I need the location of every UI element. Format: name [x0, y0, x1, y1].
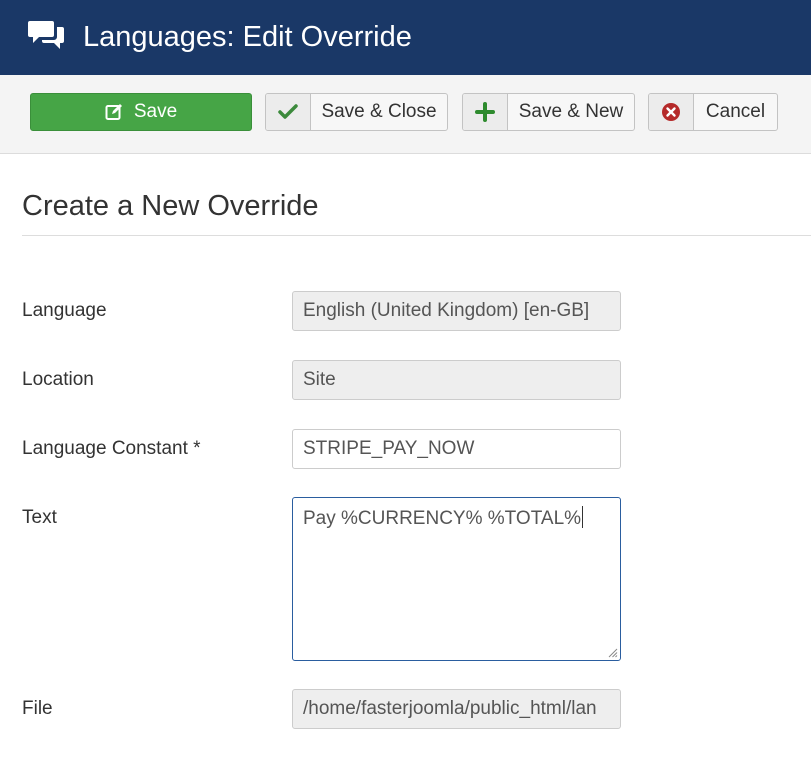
- save-label: Save: [133, 101, 178, 122]
- chat-bubbles-icon: [28, 21, 64, 49]
- language-constant-value: STRIPE_PAY_NOW: [303, 438, 475, 459]
- save-button[interactable]: Save: [30, 93, 252, 131]
- file-value: /home/fasterjoomla/public_html/lan: [303, 698, 597, 719]
- text-caret: [582, 506, 584, 528]
- divider: [22, 235, 811, 236]
- check-icon: [278, 104, 298, 119]
- text-value: Pay %CURRENCY% %TOTAL%: [303, 508, 582, 529]
- location-label: Location: [22, 369, 94, 390]
- file-label: File: [22, 698, 53, 719]
- save-close-button[interactable]: Save & Close: [265, 93, 448, 131]
- language-value: English (United Kingdom) [en-GB]: [303, 300, 590, 321]
- edit-icon: [105, 104, 122, 120]
- save-new-button[interactable]: Save & New: [462, 93, 635, 131]
- page-title: Languages: Edit Override: [83, 21, 412, 53]
- plus-icon: [475, 102, 495, 122]
- language-field: English (United Kingdom) [en-GB]: [292, 291, 621, 331]
- save-close-label: Save & Close: [321, 101, 437, 122]
- language-label: Language: [22, 300, 107, 321]
- resize-handle-icon[interactable]: [606, 646, 618, 658]
- cancel-circle-icon: [662, 103, 680, 121]
- form-title: Create a New Override: [22, 190, 319, 222]
- text-textarea[interactable]: Pay %CURRENCY% %TOTAL%: [292, 497, 621, 661]
- location-value: Site: [303, 369, 336, 390]
- toolbar: Save Save & Close Save & New Cancel: [0, 75, 811, 154]
- cancel-button[interactable]: Cancel: [648, 93, 778, 131]
- cancel-label: Cancel: [705, 101, 766, 122]
- language-constant-input[interactable]: STRIPE_PAY_NOW: [292, 429, 621, 469]
- file-field: /home/fasterjoomla/public_html/lan: [292, 689, 621, 729]
- text-label: Text: [22, 507, 57, 528]
- save-new-label: Save & New: [518, 101, 624, 122]
- language-constant-label: Language Constant *: [22, 438, 201, 459]
- location-field: Site: [292, 360, 621, 400]
- page-header: Languages: Edit Override: [0, 0, 811, 75]
